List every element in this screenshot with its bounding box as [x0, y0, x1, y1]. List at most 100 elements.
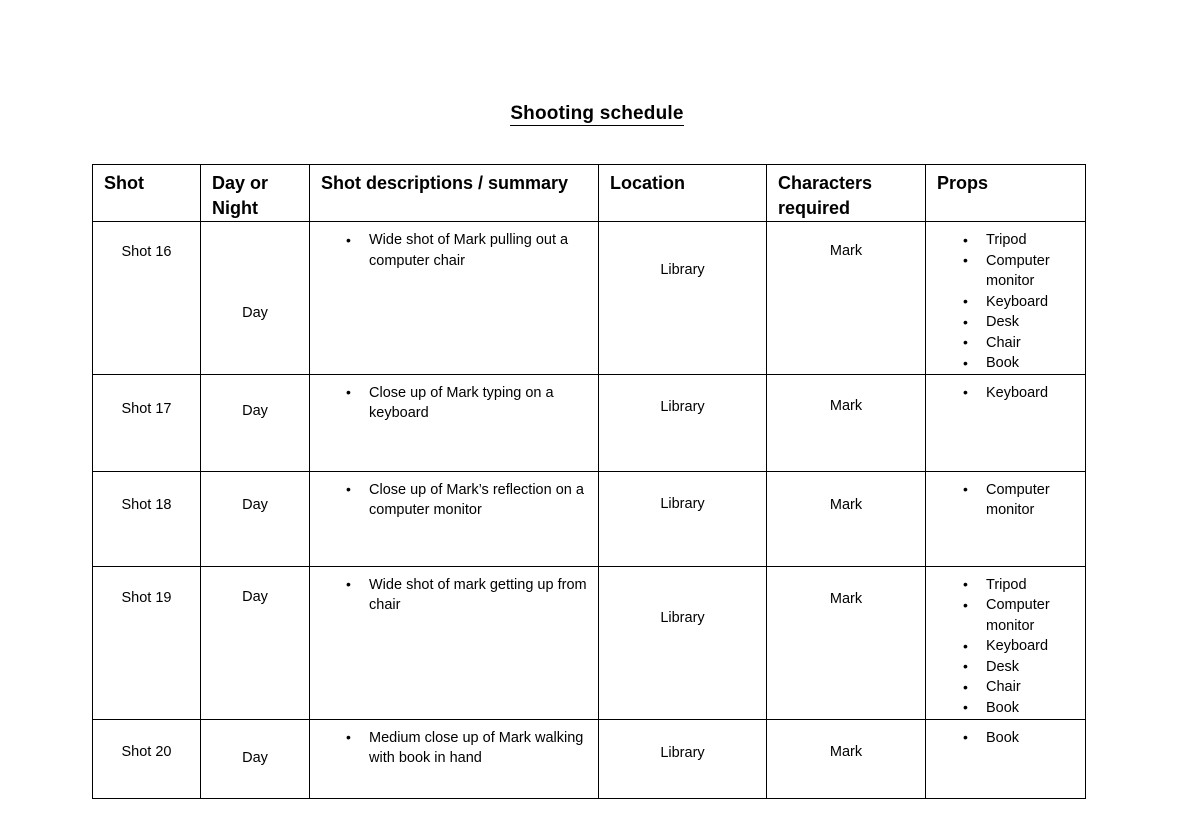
shot-cell: Shot 16: [92, 221, 201, 375]
table-header: Shot Day or Night Shot descriptions / su…: [92, 164, 1086, 222]
list-item: Book: [963, 727, 1081, 749]
props-list: Keyboard: [963, 382, 1081, 404]
characters-cell: Mark: [766, 565, 926, 720]
characters-value: Mark: [829, 243, 863, 259]
column-header-props-label: Props: [937, 173, 989, 193]
props-cell: Book: [925, 718, 1086, 799]
column-header-props: Props: [925, 164, 1086, 222]
column-header-location-label: Location: [610, 173, 685, 193]
props-list: Computer monitor: [963, 479, 1081, 521]
column-header-shot: Shot: [92, 164, 201, 222]
props-list: Book: [963, 727, 1081, 749]
list-item: Desk: [963, 656, 1081, 678]
column-header-shot-label: Shot: [104, 173, 144, 193]
description-list-wrap: Close up of Mark’s reflection on a compu…: [310, 472, 598, 521]
list-item: Chair: [963, 677, 1081, 698]
description-list-wrap: Close up of Mark typing on a keyboard: [310, 375, 598, 424]
shot-value: Shot 18: [121, 496, 172, 513]
day-or-night-value: Day: [242, 305, 268, 321]
description-list-wrap: Wide shot of mark getting up from chair: [310, 567, 598, 616]
location-cell: Library: [598, 565, 767, 720]
description-list-wrap: Wide shot of Mark pulling out a computer…: [310, 222, 598, 271]
characters-cell: Mark: [766, 718, 926, 799]
description-list: Close up of Mark typing on a keyboard: [346, 382, 592, 424]
props-cell: Computer monitor: [925, 470, 1086, 567]
description-list: Medium close up of Mark walking with boo…: [346, 727, 592, 769]
shooting-schedule-table: Shot Day or Night Shot descriptions / su…: [92, 164, 1086, 799]
list-item: Close up of Mark typing on a keyboard: [346, 382, 592, 424]
shot-value: Shot 20: [121, 743, 172, 760]
shot-value: Shot 17: [121, 400, 172, 417]
list-item: Keyboard: [963, 636, 1081, 657]
list-item: Keyboard: [963, 291, 1081, 313]
location-value: Library: [660, 744, 705, 761]
day-or-night-cell: Day: [200, 221, 310, 375]
props-list-wrap: Computer monitor: [926, 472, 1085, 521]
list-item: Book: [963, 697, 1081, 719]
list-item: Wide shot of Mark pulling out a computer…: [346, 230, 592, 271]
list-item: Medium close up of Mark walking with boo…: [346, 727, 592, 769]
column-header-location: Location: [598, 164, 767, 222]
location-cell: Library: [598, 718, 767, 799]
day-or-night-value: Day: [242, 749, 268, 766]
description-cell: Close up of Mark typing on a keyboard: [309, 373, 599, 472]
props-list-wrap: TripodComputer monitorKeyboardDeskChairB…: [926, 567, 1085, 719]
table-row: Shot 18 Day Close up of Mark’s reflection …: [92, 470, 1086, 567]
day-or-night-cell: Day: [200, 470, 310, 567]
page-title: Shooting schedule: [0, 103, 1194, 126]
props-list-wrap: TripodComputer monitorKeyboardDeskChairB…: [926, 222, 1085, 374]
column-header-day-or-night-label: Day or Night: [212, 173, 269, 218]
day-or-night-cell: Day: [200, 718, 310, 799]
shot-value: Shot 19: [121, 589, 172, 606]
characters-cell: Mark: [766, 373, 926, 472]
table-row: Shot 19 Day Wide shot of mark getting up f…: [92, 565, 1086, 720]
characters-value: Mark: [829, 496, 863, 513]
list-item: Tripod: [963, 230, 1081, 251]
page-title-text: Shooting schedule: [510, 103, 684, 126]
characters-value: Mark: [829, 590, 863, 607]
props-cell: Keyboard: [925, 373, 1086, 472]
column-header-description-label: Shot descriptions / summary: [321, 173, 569, 193]
props-list: TripodComputer monitorKeyboardDeskChairB…: [963, 574, 1081, 719]
list-item: Tripod: [963, 574, 1081, 596]
props-list: TripodComputer monitorKeyboardDeskChairB…: [963, 230, 1081, 374]
day-or-night-value: Day: [242, 588, 268, 605]
table-header-row: Shot Day or Night Shot descriptions / su…: [92, 164, 1086, 222]
characters-value: Mark: [829, 743, 863, 760]
list-item: Computer monitor: [963, 250, 1081, 292]
description-list: Close up of Mark’s reflection on a compu…: [346, 479, 592, 521]
column-header-day-or-night: Day or Night: [200, 164, 310, 222]
location-value: Library: [660, 495, 705, 512]
column-header-characters-label: Characters required: [778, 173, 873, 218]
column-header-characters: Characters required: [766, 164, 926, 222]
table-row: Shot 20 Day Medium close up of Mark walkin…: [92, 718, 1086, 799]
day-or-night-cell: Day: [200, 565, 310, 720]
description-list: Wide shot of Mark pulling out a computer…: [346, 230, 592, 271]
location-cell: Library: [598, 373, 767, 472]
props-list-wrap: Keyboard: [926, 375, 1085, 404]
location-value: Library: [660, 398, 705, 415]
description-cell: Close up of Mark’s reflection on a compu…: [309, 470, 599, 567]
description-cell: Wide shot of Mark pulling out a computer…: [309, 221, 599, 375]
table-row: Shot 16 Day Wide shot of Mark pulling out …: [92, 221, 1086, 375]
description-list: Wide shot of mark getting up from chair: [346, 574, 592, 616]
list-item: Chair: [963, 332, 1081, 354]
characters-value: Mark: [829, 397, 863, 414]
list-item: Computer monitor: [963, 479, 1081, 521]
shot-value: Shot 16: [121, 244, 172, 260]
column-header-description: Shot descriptions / summary: [309, 164, 599, 222]
props-cell: TripodComputer monitorKeyboardDeskChairB…: [925, 565, 1086, 720]
day-or-night-value: Day: [242, 496, 268, 513]
description-cell: Medium close up of Mark walking with boo…: [309, 718, 599, 799]
list-item: Desk: [963, 312, 1081, 333]
list-item: Computer monitor: [963, 595, 1081, 636]
list-item: Book: [963, 353, 1081, 374]
shot-cell: Shot 20: [92, 718, 201, 799]
location-value: Library: [660, 262, 705, 278]
props-cell: TripodComputer monitorKeyboardDeskChairB…: [925, 221, 1086, 375]
props-list-wrap: Book: [926, 720, 1085, 749]
characters-cell: Mark: [766, 221, 926, 375]
list-item: Wide shot of mark getting up from chair: [346, 574, 592, 616]
shot-cell: Shot 17: [92, 373, 201, 472]
description-list-wrap: Medium close up of Mark walking with boo…: [310, 720, 598, 769]
